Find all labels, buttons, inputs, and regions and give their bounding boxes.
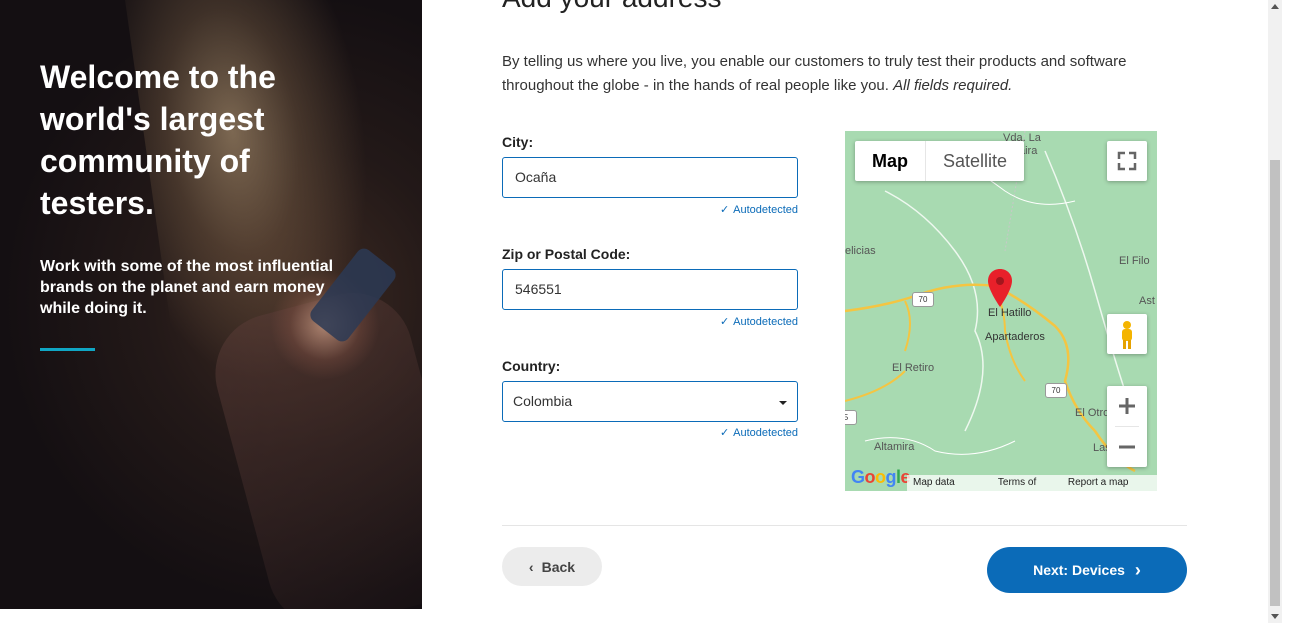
city-autodetected: ✓ Autodetected <box>598 203 798 216</box>
map-label-elicias: elicias <box>845 245 876 257</box>
map-label-el-hatillo: El Hatillo <box>988 307 1032 319</box>
chevron-right-icon: › <box>1134 559 1141 580</box>
route-5-shield: 5 <box>845 410 857 425</box>
map-label-el-filo: El Filo <box>1119 255 1150 267</box>
map-footer: Map data ©2021 Terms of Use Report a map… <box>907 475 1157 491</box>
intro-emphasis: All fields required. <box>893 77 1013 94</box>
divider <box>502 525 1187 526</box>
pegman-icon <box>1122 321 1132 349</box>
scrollbar-thumb[interactable] <box>1270 160 1280 606</box>
route-70-shield: 70 <box>1045 383 1067 398</box>
check-icon: ✓ <box>719 316 730 328</box>
zip-autodetected: ✓ Autodetected <box>598 315 798 328</box>
street-view-button[interactable] <box>1107 314 1147 354</box>
map-label-el-retiro: El Retiro <box>892 362 935 374</box>
chevron-left-icon: ‹ <box>528 558 534 575</box>
check-icon: ✓ <box>719 427 730 439</box>
dropdown-caret-icon <box>779 401 787 405</box>
route-70-shield: 70 <box>912 292 934 307</box>
city-label: City: <box>502 134 534 150</box>
terms-of-use-link[interactable]: Terms of Use <box>998 475 1056 491</box>
map-label-altamira: Altamira <box>874 441 915 453</box>
next-label: Next: Devices <box>1033 562 1125 578</box>
map-type-toggle: Map Satellite <box>855 141 1025 181</box>
map-label-apartaderos: Apartaderos <box>985 331 1045 343</box>
country-hint: Autodetected <box>733 427 798 439</box>
country-value: Colombia <box>513 393 573 409</box>
location-pin-icon <box>988 269 1012 307</box>
report-map-error-link[interactable]: Report a map error <box>1068 475 1151 491</box>
back-label: Back <box>541 558 576 575</box>
city-input[interactable] <box>513 168 791 186</box>
hero-panel: Welcome to the world's largest community… <box>0 0 422 609</box>
location-map[interactable]: Vda. La aira elicias El Filo Ast El Hati… <box>845 131 1157 491</box>
map-type-map-button[interactable]: Map <box>855 141 925 181</box>
intro-text: By telling us where you live, you enable… <box>502 53 1127 94</box>
page-intro: By telling us where you live, you enable… <box>502 50 1182 98</box>
hero-subtext: Work with some of the most influential b… <box>40 258 334 317</box>
country-select[interactable]: Colombia <box>502 381 798 422</box>
zoom-in-button[interactable] <box>1107 386 1147 426</box>
next-devices-button[interactable]: Next: Devices › <box>987 547 1187 593</box>
zip-label: Zip or Postal Code: <box>502 246 631 262</box>
hero-headline: Welcome to the world's largest community… <box>40 59 276 221</box>
country-label: Country: <box>502 358 561 374</box>
scroll-up-arrow-icon[interactable] <box>1271 4 1279 9</box>
zoom-control <box>1107 386 1147 467</box>
map-label-ast: Ast <box>1139 295 1155 307</box>
back-button[interactable]: ‹ Back <box>502 547 602 586</box>
zoom-out-button[interactable] <box>1107 427 1147 467</box>
map-type-satellite-button[interactable]: Satellite <box>925 141 1024 181</box>
country-autodetected: ✓ Autodetected <box>598 426 798 439</box>
fullscreen-button[interactable] <box>1107 141 1147 181</box>
page-title: Add your address <box>502 0 721 14</box>
zip-hint: Autodetected <box>733 316 798 328</box>
google-logo: Google <box>851 467 911 487</box>
city-field[interactable] <box>502 157 798 198</box>
fullscreen-icon <box>1117 151 1137 171</box>
check-icon: ✓ <box>719 204 730 216</box>
hero-accent-line <box>40 348 95 351</box>
map-data-text: Map data ©2021 <box>913 477 955 488</box>
city-hint: Autodetected <box>733 204 798 216</box>
plus-icon <box>1119 398 1135 414</box>
zip-field[interactable] <box>502 269 798 310</box>
zip-input[interactable] <box>513 280 791 298</box>
scrollbar[interactable] <box>1268 0 1282 623</box>
scroll-down-arrow-icon[interactable] <box>1271 614 1279 619</box>
minus-icon <box>1119 445 1135 449</box>
